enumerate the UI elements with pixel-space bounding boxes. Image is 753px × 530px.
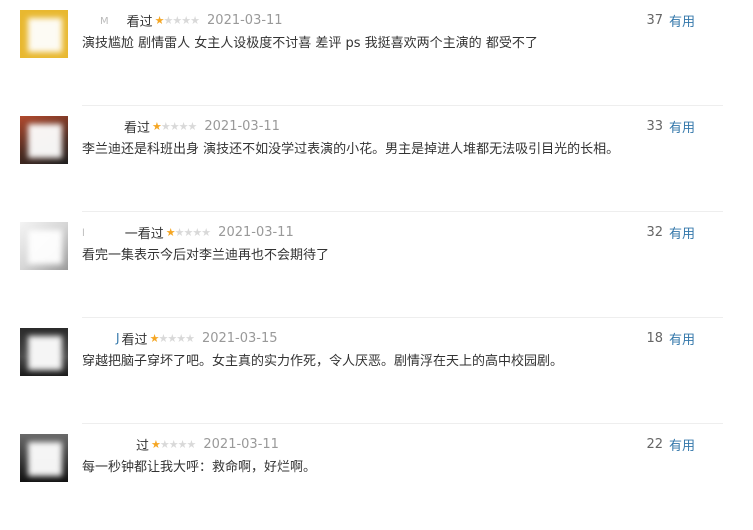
- useful-button[interactable]: 有用: [669, 223, 695, 242]
- star-empty-icon: ★: [185, 331, 195, 345]
- star-filled-icon: ★: [149, 331, 160, 345]
- vote-count: 22: [646, 436, 663, 452]
- star-empty-icon: ★: [187, 119, 198, 133]
- star-empty-icon: ★: [169, 119, 180, 133]
- username-link[interactable]: [82, 437, 134, 452]
- useful-button[interactable]: 有用: [669, 11, 695, 30]
- avatar-mask: [28, 230, 62, 264]
- username-link[interactable]: M: [82, 13, 125, 28]
- avatar[interactable]: [20, 328, 68, 376]
- star-empty-icon: ★: [201, 225, 211, 239]
- vote-count: 32: [646, 224, 663, 240]
- review-meta: 看过 ★ ★ ★ ★ ★ 2021-03-11: [82, 116, 280, 136]
- vote-area: 33 有用: [646, 116, 695, 136]
- watch-status: 看过: [126, 14, 153, 30]
- username-link[interactable]: l: [82, 225, 123, 240]
- avatar[interactable]: [20, 10, 68, 58]
- review-date: 2021-03-11: [204, 118, 280, 134]
- avatar[interactable]: [20, 222, 68, 270]
- avatar-mask: [28, 336, 62, 370]
- review-content: 穿越把脑子穿坏了吧。女主真的实力作死，令人厌恶。剧情浮在天上的高中校园剧。: [82, 354, 564, 369]
- rating-stars: ★ ★ ★ ★ ★: [154, 13, 200, 27]
- review-date: 2021-03-11: [218, 224, 294, 240]
- review-date: 2021-03-11: [203, 436, 279, 452]
- avatar-mask: [28, 18, 62, 52]
- star-empty-icon: ★: [159, 437, 170, 451]
- avatar-mask: [28, 442, 62, 476]
- star-empty-icon: ★: [163, 13, 174, 27]
- star-filled-icon: ★: [151, 437, 161, 451]
- useful-button[interactable]: 有用: [669, 329, 695, 348]
- star-empty-icon: ★: [178, 119, 189, 133]
- star-filled-icon: ★: [154, 13, 165, 27]
- vote-count: 37: [646, 12, 663, 28]
- review-date: 2021-03-15: [201, 330, 278, 346]
- review-content: 演技尴尬 剧情雷人 女主人设极度不讨喜 差评 ps 我挺喜欢两个主演的 都受不了: [82, 36, 538, 51]
- username-link[interactable]: [82, 119, 122, 134]
- rating-stars: ★ ★ ★ ★ ★: [152, 119, 198, 133]
- review-item: 过 ★ ★ ★ ★ ★ 2021-03-11 22 有用 每一秒钟都让我大呼：救命啊，好…: [0, 424, 753, 530]
- watch-status: 看过: [121, 332, 148, 348]
- rating-stars: ★ ★ ★ ★ ★: [165, 225, 211, 239]
- star-empty-icon: ★: [183, 225, 194, 239]
- review-meta: l 一看过 ★ ★ ★ ★ ★ 2021-03-11: [82, 222, 294, 242]
- review-item: M 看过 ★ ★ ★ ★ ★ 2021-03-11 37 有用 演技尴尬 剧情雷人 女主…: [0, 0, 753, 106]
- review-meta: M 看过 ★ ★ ★ ★ ★ 2021-03-11: [82, 10, 283, 30]
- star-empty-icon: ★: [176, 331, 186, 345]
- vote-area: 22 有用: [646, 434, 695, 454]
- star-empty-icon: ★: [167, 331, 177, 345]
- avatar-mask: [28, 124, 62, 158]
- star-empty-icon: ★: [181, 13, 191, 27]
- vote-count: 33: [646, 118, 663, 134]
- watch-status: 一看过: [124, 226, 164, 242]
- star-empty-icon: ★: [192, 225, 202, 239]
- vote-area: 37 有用: [646, 10, 695, 30]
- vote-area: 32 有用: [646, 222, 695, 242]
- review-meta: J 看过 ★ ★ ★ ★ ★ 2021-03-15: [82, 328, 278, 348]
- avatar[interactable]: [20, 434, 68, 482]
- star-filled-icon: ★: [152, 119, 162, 133]
- review-content: 每一秒钟都让我大呼：救命啊，好烂啊。: [82, 460, 317, 475]
- star-empty-icon: ★: [174, 225, 185, 239]
- review-item: J 看过 ★ ★ ★ ★ ★ 2021-03-15 18 有用 穿越把脑子穿坏了吧。女主…: [0, 318, 753, 424]
- useful-button[interactable]: 有用: [669, 435, 695, 454]
- username-link[interactable]: J: [82, 331, 120, 346]
- star-empty-icon: ★: [190, 13, 200, 27]
- star-empty-icon: ★: [158, 331, 168, 345]
- star-empty-icon: ★: [168, 437, 179, 451]
- star-empty-icon: ★: [177, 437, 188, 451]
- rating-stars: ★ ★ ★ ★ ★: [149, 331, 195, 345]
- review-date: 2021-03-11: [207, 12, 283, 28]
- review-meta: 过 ★ ★ ★ ★ ★ 2021-03-11: [82, 434, 279, 454]
- star-empty-icon: ★: [172, 13, 182, 27]
- review-content: 看完一集表示今后对李兰迪再也不会期待了: [82, 248, 330, 263]
- star-filled-icon: ★: [165, 225, 176, 239]
- avatar[interactable]: [20, 116, 68, 164]
- vote-count: 18: [646, 330, 663, 346]
- watch-status: 过: [136, 438, 150, 454]
- useful-button[interactable]: 有用: [669, 117, 695, 136]
- vote-area: 18 有用: [646, 328, 695, 348]
- star-empty-icon: ★: [160, 119, 171, 133]
- rating-stars: ★ ★ ★ ★ ★: [151, 437, 197, 451]
- watch-status: 看过: [124, 120, 151, 136]
- review-item: 看过 ★ ★ ★ ★ ★ 2021-03-11 33 有用 李兰迪还是科班出身 演技还不…: [0, 106, 753, 212]
- review-content: 李兰迪还是科班出身 演技还不如没学过表演的小花。男主是掉进人堆都无法吸引目光的长…: [82, 142, 620, 157]
- star-empty-icon: ★: [186, 437, 197, 451]
- review-item: l 一看过 ★ ★ ★ ★ ★ 2021-03-11 32 有用 看完一集表示今后对李兰…: [0, 212, 753, 318]
